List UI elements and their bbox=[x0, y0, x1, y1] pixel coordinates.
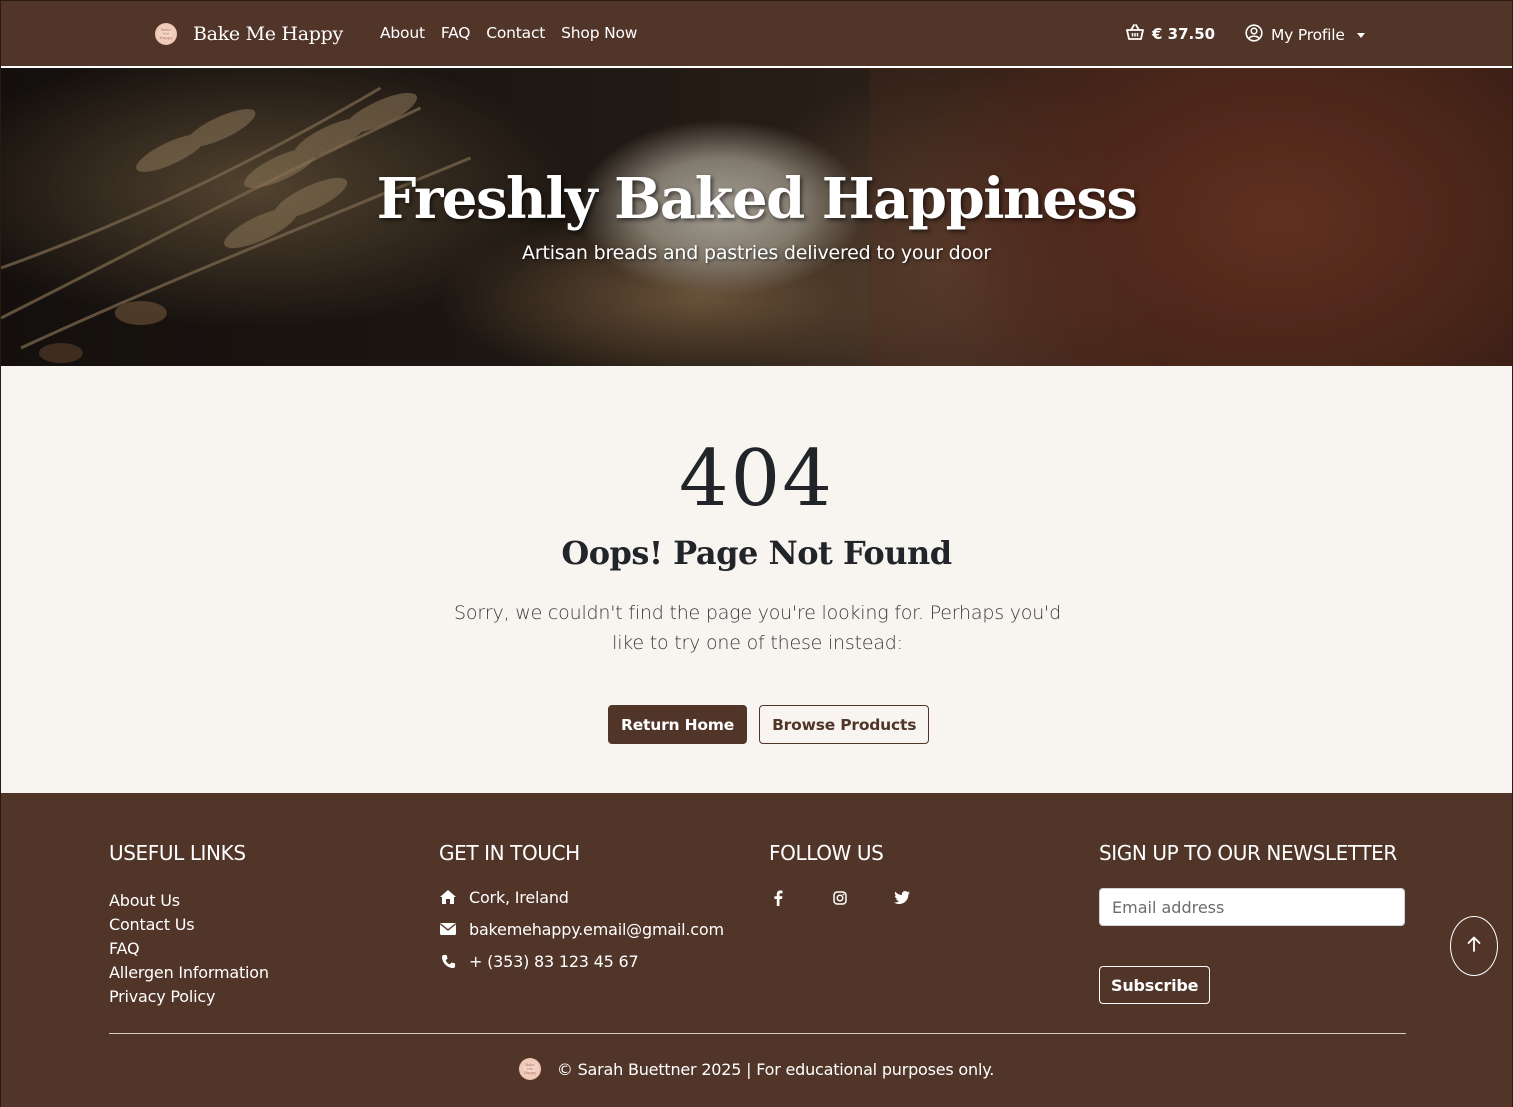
scroll-to-top-button[interactable] bbox=[1450, 916, 1498, 976]
nav-link-faq[interactable]: FAQ bbox=[441, 24, 471, 42]
footer-logo-text: Bake Me Happy bbox=[523, 1062, 537, 1075]
contact-phone-text: + (353) 83 123 45 67 bbox=[469, 951, 639, 971]
nav-links: About FAQ Contact Shop Now bbox=[380, 24, 637, 42]
footer-divider bbox=[109, 1033, 1406, 1034]
footer-useful-links: USEFUL LINKS About Us Contact Us FAQ All… bbox=[109, 841, 269, 1009]
follow-us-heading: FOLLOW US bbox=[769, 841, 884, 865]
nav-link-about[interactable]: About bbox=[380, 24, 425, 42]
nav-link-shop-now[interactable]: Shop Now bbox=[561, 24, 637, 42]
brand-logo: Bake Me Happy bbox=[155, 23, 177, 45]
contact-email[interactable]: bakemehappy.email@gmail.com bbox=[439, 913, 724, 945]
instagram-icon[interactable] bbox=[831, 889, 849, 907]
home-icon bbox=[439, 889, 457, 905]
arrow-up-icon bbox=[1467, 936, 1481, 956]
newsletter-email-input[interactable] bbox=[1099, 888, 1405, 926]
error-section: 404 Oops! Page Not Found Sorry, we could… bbox=[1, 366, 1512, 793]
cart-button[interactable]: € 37.50 bbox=[1126, 24, 1215, 44]
footer-logo: Bake Me Happy bbox=[518, 1058, 541, 1080]
footer-link-privacy-policy[interactable]: Privacy Policy bbox=[109, 985, 269, 1009]
footer-link-about-us[interactable]: About Us bbox=[109, 889, 269, 913]
footer: USEFUL LINKS About Us Contact Us FAQ All… bbox=[1, 793, 1512, 1107]
navbar: Bake Me Happy Bake Me Happy About FAQ Co… bbox=[1, 0, 1512, 68]
error-code: 404 bbox=[679, 434, 834, 524]
footer-link-allergen-information[interactable]: Allergen Information bbox=[109, 961, 269, 985]
footer-newsletter: SIGN UP TO OUR NEWSLETTER Subscribe bbox=[1099, 841, 1405, 1004]
twitter-icon[interactable] bbox=[893, 889, 911, 907]
return-home-button[interactable]: Return Home bbox=[608, 705, 748, 744]
browse-products-button[interactable]: Browse Products bbox=[759, 705, 930, 744]
cart-total: € 37.50 bbox=[1152, 25, 1216, 43]
contact-heading: GET IN TOUCH bbox=[439, 841, 580, 865]
brand[interactable]: Bake Me Happy Bake Me Happy bbox=[155, 23, 343, 45]
useful-links-heading: USEFUL LINKS bbox=[109, 841, 246, 865]
chevron-down-icon bbox=[1356, 32, 1365, 38]
error-heading: Oops! Page Not Found bbox=[561, 534, 952, 572]
basket-icon bbox=[1126, 24, 1144, 44]
brand-name: Bake Me Happy bbox=[193, 23, 343, 45]
facebook-icon[interactable] bbox=[769, 889, 787, 907]
error-message: Sorry, we couldn't find the page you're … bbox=[454, 602, 1061, 654]
phone-icon bbox=[439, 954, 457, 969]
profile-dropdown[interactable]: My Profile bbox=[1245, 24, 1365, 46]
profile-label: My Profile bbox=[1271, 26, 1345, 44]
footer-social: FOLLOW US bbox=[769, 841, 911, 907]
page: Bake Me Happy Bake Me Happy About FAQ Co… bbox=[0, 0, 1513, 1107]
footer-link-contact-us[interactable]: Contact Us bbox=[109, 913, 269, 937]
brand-logo-text: Bake Me Happy bbox=[159, 27, 173, 40]
hero-banner: Freshly Baked Happiness Artisan breads a… bbox=[1, 68, 1512, 366]
footer-contact: GET IN TOUCH Cork, Ireland bakemehappy.e… bbox=[439, 841, 724, 977]
user-circle-icon bbox=[1245, 24, 1263, 46]
contact-location: Cork, Ireland bbox=[439, 881, 724, 913]
contact-location-text: Cork, Ireland bbox=[469, 887, 569, 907]
newsletter-heading: SIGN UP TO OUR NEWSLETTER bbox=[1099, 841, 1397, 865]
error-actions: Return Home Browse Products bbox=[608, 705, 930, 744]
contact-phone[interactable]: + (353) 83 123 45 67 bbox=[439, 945, 724, 977]
footer-link-faq[interactable]: FAQ bbox=[109, 937, 269, 961]
nav-link-contact[interactable]: Contact bbox=[486, 24, 545, 42]
copyright-text: © Sarah Buettner 2025 | For educational … bbox=[556, 1059, 995, 1079]
hero-title: Freshly Baked Happiness bbox=[376, 166, 1138, 232]
contact-email-text: bakemehappy.email@gmail.com bbox=[469, 919, 724, 939]
footer-copyright: Bake Me Happy © Sarah Buettner 2025 | Fo… bbox=[1, 1058, 1512, 1080]
envelope-icon bbox=[439, 923, 457, 935]
subscribe-button[interactable]: Subscribe bbox=[1099, 966, 1211, 1004]
hero-subtitle: Artisan breads and pastries delivered to… bbox=[522, 242, 991, 264]
